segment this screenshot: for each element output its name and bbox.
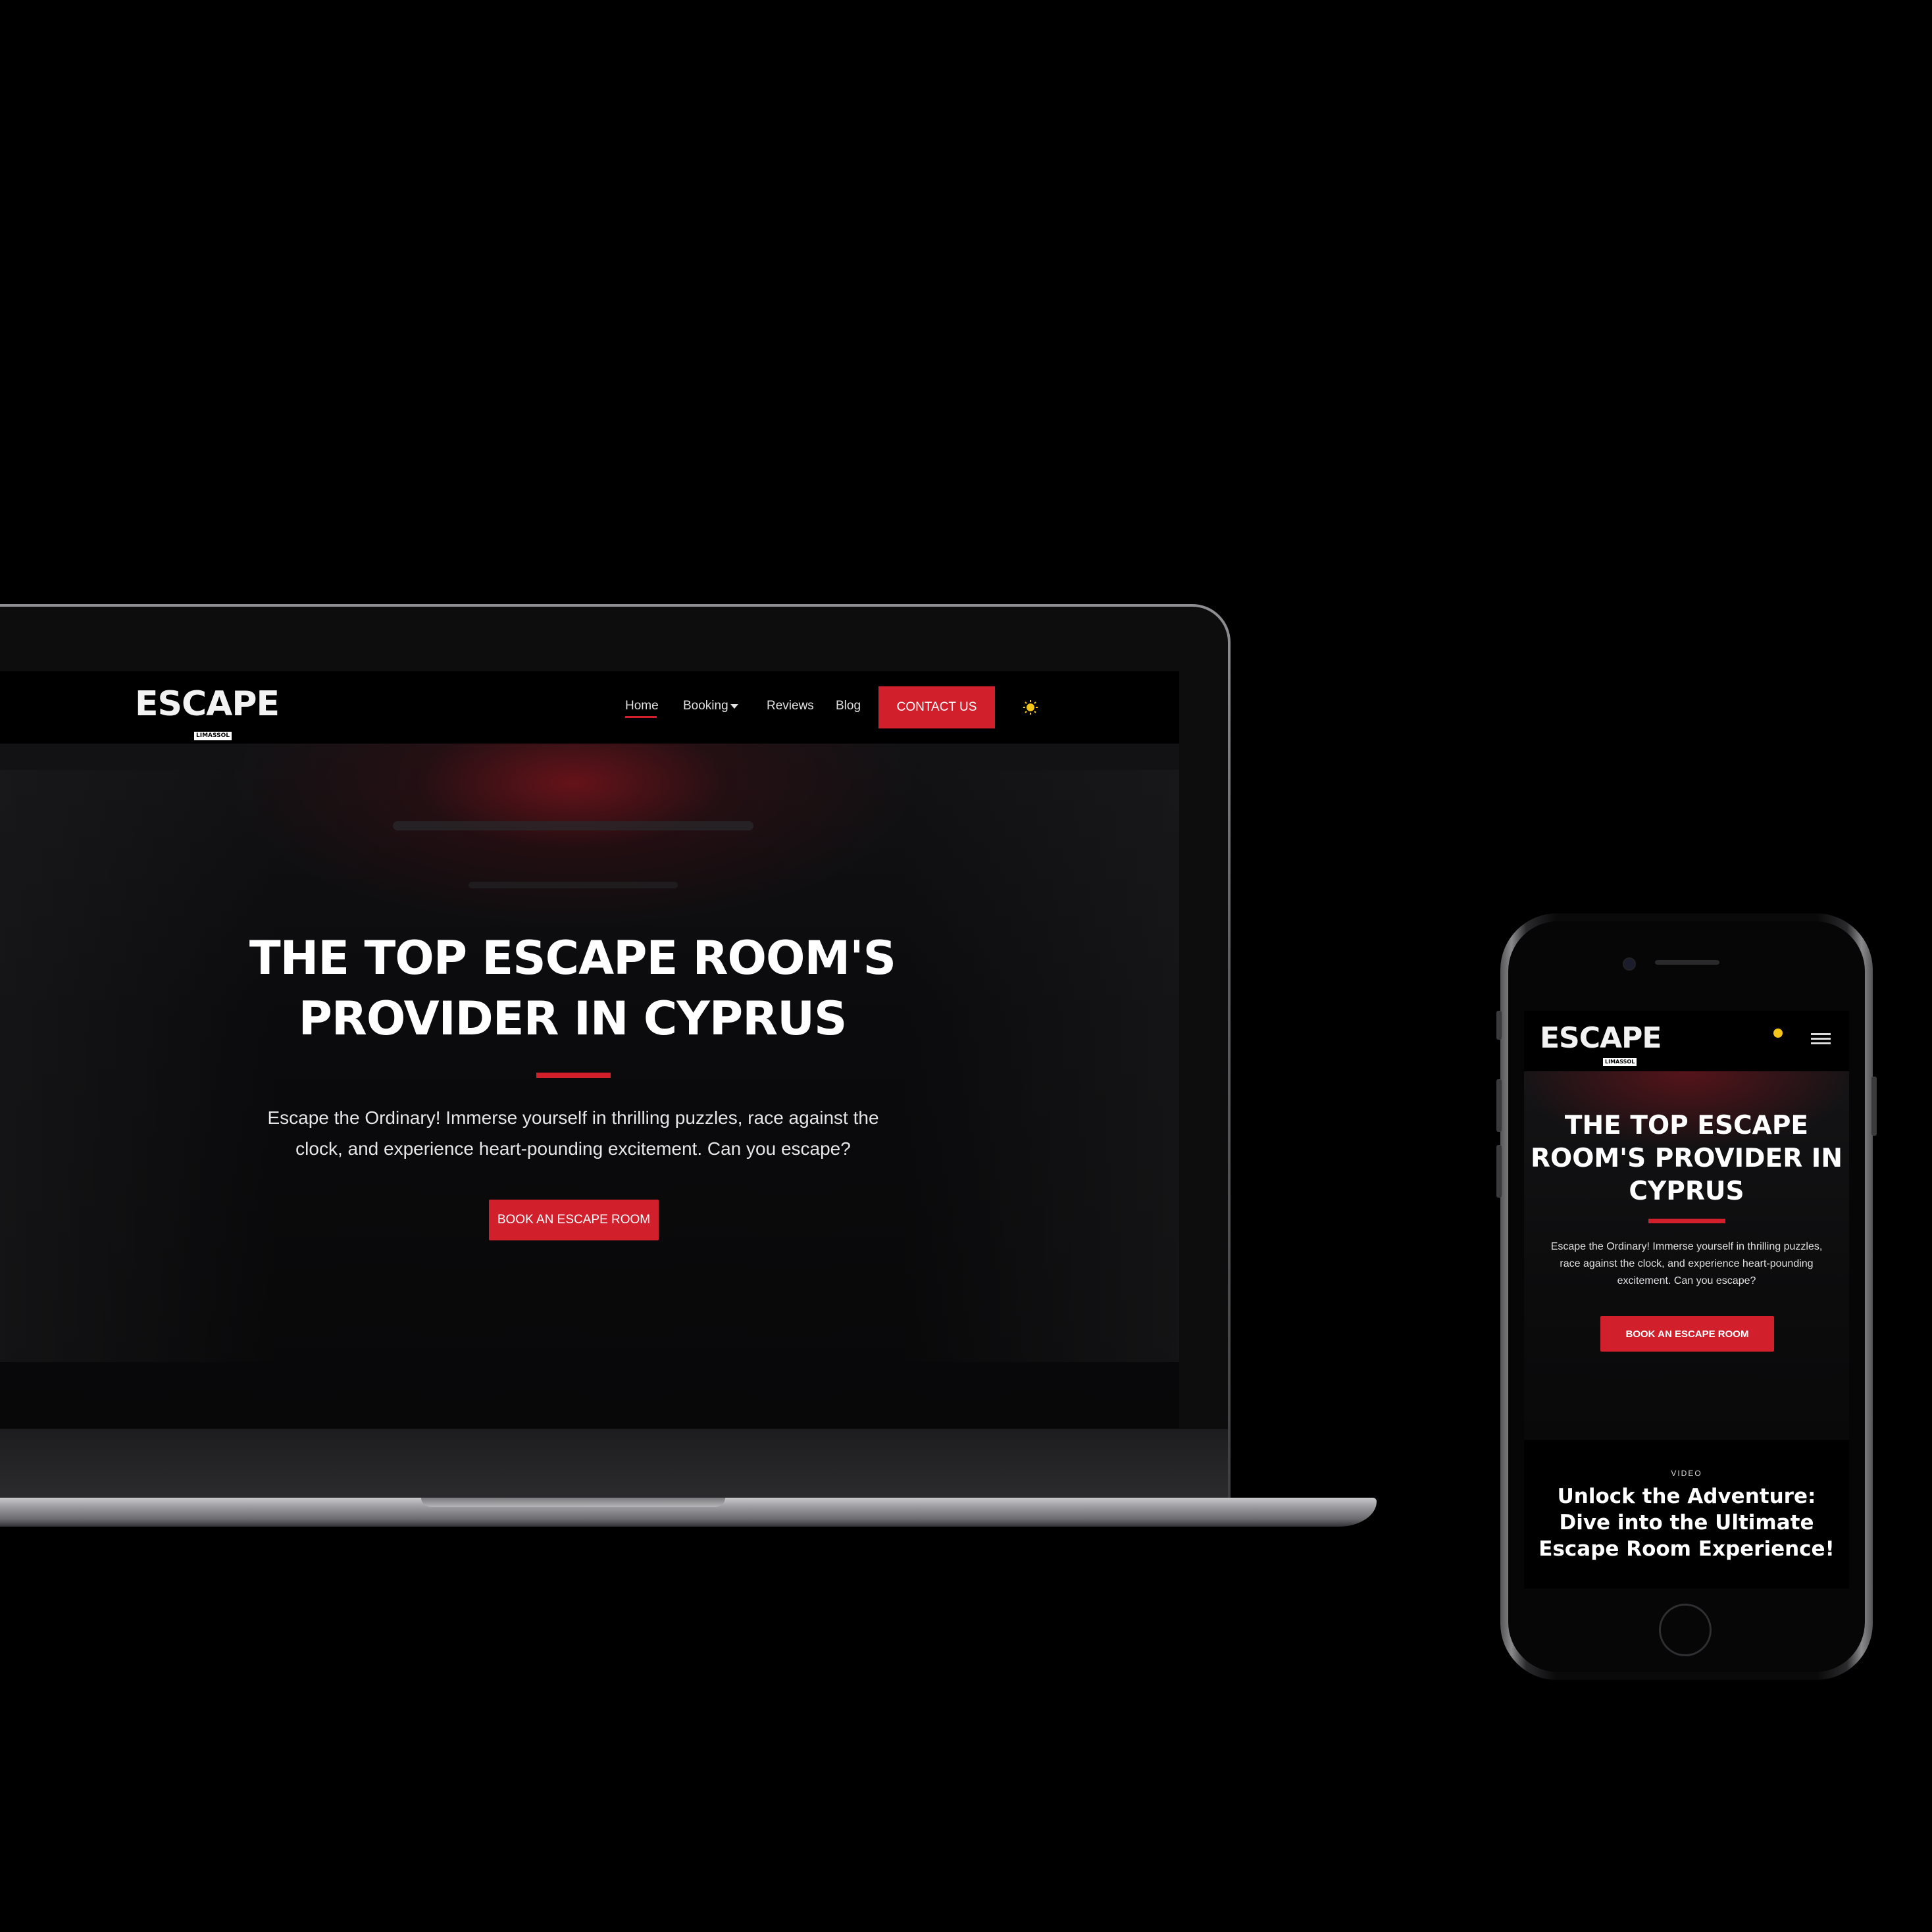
- book-escape-room-button[interactable]: BOOK AN ESCAPE ROOM: [1600, 1316, 1774, 1352]
- nav-reviews-link[interactable]: Reviews: [767, 699, 814, 713]
- hero-bg-wall-right: [903, 770, 1179, 1362]
- hero-bg-ceiling-light: [393, 821, 753, 830]
- hero-section: THE TOP ESCAPE ROOM'S PROVIDER IN CYPRUS…: [0, 744, 1179, 1428]
- laptop-hinge-notch: [421, 1498, 725, 1507]
- video-section-label: VIDEO: [1671, 1469, 1702, 1478]
- mobile-navbar: ESCAPE LIMASSOL: [1524, 1011, 1849, 1071]
- escape-logo[interactable]: ESCAPE LIMASSOL: [135, 684, 280, 740]
- hero-title-underline: [1648, 1219, 1725, 1223]
- phone-speaker: [1655, 960, 1719, 965]
- phone-camera: [1623, 957, 1636, 971]
- book-escape-room-button[interactable]: BOOK AN ESCAPE ROOM: [489, 1200, 659, 1240]
- sun-icon[interactable]: [1771, 1027, 1785, 1040]
- contact-us-button[interactable]: CONTACT US: [878, 686, 995, 728]
- mobile-hero-section: THE TOP ESCAPE ROOM'S PROVIDER IN CYPRUS…: [1524, 1071, 1849, 1440]
- hero-title-line: THE TOP ESCAPE ROOM'S: [249, 931, 896, 985]
- phone-volume-down-button: [1496, 1145, 1502, 1198]
- phone-volume-up-button: [1496, 1079, 1502, 1132]
- desktop-navbar: ESCAPE LIMASSOL Home Booking Reviews Blo…: [0, 671, 1179, 744]
- hero-description: Escape the Ordinary! Immerse yourself in…: [1550, 1241, 1823, 1286]
- phone-screen: ESCAPE LIMASSOL THE TOP ESCAPE ROOM'S PR…: [1524, 1011, 1849, 1589]
- hero-title: THE TOP ESCAPE ROOM'S PROVIDER IN CYPRUS: [1531, 1111, 1843, 1206]
- logo-subtitle: LIMASSOL: [1603, 1058, 1637, 1066]
- phone-home-button[interactable]: [1659, 1604, 1712, 1656]
- nav-active-underline: [625, 716, 657, 718]
- video-section: VIDEO Unlock the Adventure: Dive into th…: [1524, 1440, 1849, 1589]
- hamburger-menu-icon[interactable]: [1811, 1033, 1831, 1045]
- laptop-chin: [0, 1429, 1228, 1498]
- hero-description: Escape the Ordinary! Immerse yourself in…: [267, 1107, 879, 1159]
- nav-home-link[interactable]: Home: [625, 699, 659, 713]
- hero-title: THE TOP ESCAPE ROOM'S PROVIDER IN CYPRUS: [197, 928, 948, 1049]
- hero-bg-ceiling-light: [469, 882, 678, 888]
- phone-power-button: [1871, 1077, 1877, 1136]
- escape-logo[interactable]: ESCAPE LIMASSOL: [1540, 1021, 1662, 1067]
- nav-blog-link[interactable]: Blog: [836, 699, 861, 713]
- sun-icon[interactable]: [1023, 700, 1038, 715]
- logo-subtitle: LIMASSOL: [194, 732, 232, 740]
- logo-wordmark: ESCAPE: [1540, 1021, 1662, 1055]
- laptop-screen: ESCAPE LIMASSOL Home Booking Reviews Blo…: [0, 671, 1179, 1428]
- video-section-title: Unlock the Adventure: Dive into the Ulti…: [1538, 1485, 1835, 1561]
- hero-bg-wall-left: [0, 770, 276, 1362]
- hero-title-underline: [536, 1073, 611, 1078]
- hero-title-line: PROVIDER IN CYPRUS: [298, 992, 848, 1046]
- device-mockup-stage: ESCAPE LIMASSOL Home Booking Reviews Blo…: [0, 0, 1932, 1932]
- caret-down-icon[interactable]: [730, 704, 738, 709]
- logo-wordmark: ESCAPE: [135, 684, 280, 724]
- phone-side-button: [1496, 1011, 1502, 1040]
- nav-booking-dropdown[interactable]: Booking: [683, 699, 728, 713]
